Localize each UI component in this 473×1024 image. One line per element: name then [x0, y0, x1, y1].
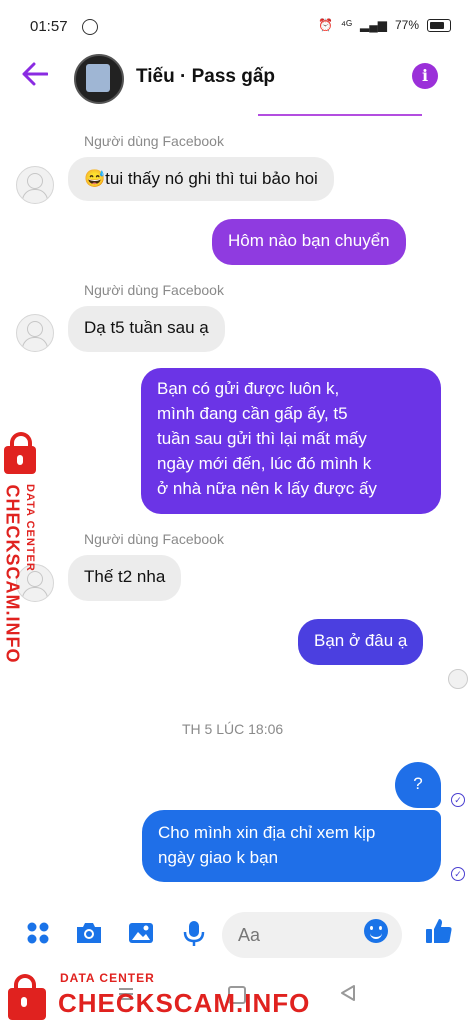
message-bubble-outgoing[interactable]: Bạn có gửi được luôn k, mình đang cần gấ… [141, 368, 441, 514]
message-bubble-incoming[interactable]: 😅tui thấy nó ghi thì tui bảo hoi [68, 157, 334, 201]
watermark-site: CHECKSCAM.INFO [58, 988, 311, 1018]
message-timestamp: TH 5 LÚC 18:06 [182, 721, 284, 737]
watermark-label: DATA CENTER [60, 971, 155, 985]
battery-icon [427, 18, 451, 32]
message-line: ở nhà nữa nên k lấy được ấy [157, 479, 377, 498]
status-time: 01:57 [30, 18, 68, 35]
emoji-icon[interactable] [364, 919, 388, 943]
message-line: ngày mới đến, lúc đó mình k [157, 454, 372, 473]
status-right: ⏰ ⁴ᴳ ▂▄▆ 77% [318, 18, 451, 32]
user-avatar[interactable] [16, 314, 54, 352]
sender-name: Người dùng Facebook [84, 531, 224, 547]
status-bar: 01:57 ⏰ ⁴ᴳ ▂▄▆ 77% [0, 0, 473, 56]
watermark-vertical-label: DATA CENTER [22, 484, 38, 584]
message-bubble-outgoing[interactable]: Hôm nào bạn chuyển [212, 219, 406, 265]
sender-name: Người dùng Facebook [84, 282, 224, 298]
lock-icon [4, 432, 36, 474]
back-arrow-icon[interactable] [22, 62, 49, 92]
watermark-label: DATA CENTER [24, 484, 36, 572]
battery-text: 77% [394, 18, 419, 32]
info-icon[interactable]: i [412, 63, 438, 89]
message-bubble-outgoing[interactable]: Cho mình xin địa chỉ xem kịp ngày giao k… [142, 810, 441, 882]
sent-check-icon: ✓ [451, 793, 465, 807]
signal-icon: ▂▄▆ [360, 18, 387, 32]
message-line: tuần sau gửi thì lại mất mấy [157, 429, 367, 448]
message-line: ngày giao k bạn [158, 848, 279, 867]
page-title[interactable]: Tiếu · Pass gấp [136, 66, 275, 88]
message-bubble-incoming[interactable]: Dạ t5 tuần sau ạ [68, 306, 225, 352]
message-bubble-outgoing[interactable]: ? [395, 762, 441, 808]
chat-header: Tiếu · Pass gấp i [0, 50, 473, 120]
message-line: Bạn có gửi được luôn k, [157, 379, 340, 398]
camera-icon[interactable] [74, 919, 102, 947]
mic-icon[interactable] [180, 919, 208, 947]
image-icon[interactable] [127, 919, 155, 947]
sender-name: Người dùng Facebook [84, 133, 224, 149]
message-bubble-incoming[interactable]: Thế t2 nha [68, 555, 182, 601]
header-divider [258, 114, 422, 116]
seen-avatar [448, 669, 468, 689]
signal-label: ⁴ᴳ [340, 18, 352, 32]
message-line: Cho mình xin địa chỉ xem kịp [158, 823, 376, 842]
like-icon[interactable] [424, 916, 452, 944]
messenger-icon [82, 19, 98, 35]
lock-icon [8, 974, 46, 1020]
message-line: mình đang cần gấp ấy, t5 [157, 404, 348, 423]
watermark-vertical: CHECKSCAM.INFO [0, 484, 24, 664]
message-placeholder: Aa [238, 925, 261, 945]
contact-avatar[interactable] [74, 54, 124, 104]
user-avatar[interactable] [16, 166, 54, 204]
watermark-site: CHECKSCAM.INFO [2, 484, 23, 664]
apps-icon[interactable] [24, 919, 52, 947]
message-bubble-outgoing[interactable]: Bạn ở đâu ạ [298, 619, 424, 665]
back-icon[interactable] [340, 984, 356, 1007]
alarm-icon: ⏰ [317, 18, 333, 32]
sent-check-icon: ✓ [451, 867, 465, 881]
composer-bar: Aa [0, 905, 473, 961]
